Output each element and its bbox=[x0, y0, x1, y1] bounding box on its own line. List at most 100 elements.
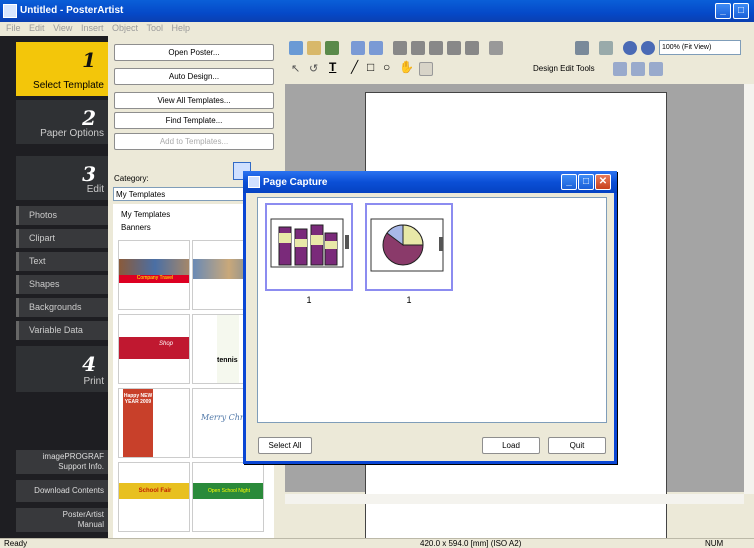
category-label: Category: bbox=[114, 174, 149, 183]
group-icon[interactable] bbox=[465, 41, 479, 55]
vertical-scrollbar[interactable] bbox=[744, 84, 754, 494]
align-right-icon[interactable] bbox=[429, 41, 443, 55]
template-thumb[interactable]: School Fair bbox=[118, 462, 190, 532]
menu-insert[interactable]: Insert bbox=[81, 23, 104, 33]
dialog-maximize-button[interactable]: □ bbox=[578, 174, 594, 190]
page-capture-dialog: Page Capture _ □ ✕ 1 1 Select All Load Q… bbox=[243, 171, 617, 464]
capture-label: 1 bbox=[406, 295, 412, 305]
edit-item-variable-data[interactable]: Variable Data bbox=[16, 321, 108, 340]
edit-item-photos[interactable]: Photos bbox=[16, 206, 108, 225]
edit-item-clipart[interactable]: Clipart bbox=[16, 229, 108, 248]
support-info-button[interactable]: imagePROGRAF Support Info. bbox=[16, 450, 108, 474]
step-label: Print bbox=[83, 376, 104, 387]
app-icon bbox=[3, 4, 17, 18]
drawing-toolbar: ↖ ↺ T ╱ □ ○ ✋ Design Edit Tools bbox=[285, 58, 754, 84]
open-icon[interactable] bbox=[307, 41, 321, 55]
step-label: Select Template bbox=[33, 80, 104, 91]
minimize-button[interactable]: _ bbox=[715, 3, 731, 19]
template-thumb[interactable]: Shop bbox=[118, 314, 190, 384]
hand-tool-icon[interactable]: ✋ bbox=[399, 60, 414, 74]
redo-icon[interactable] bbox=[369, 41, 383, 55]
menu-bar: File Edit View Insert Object Tool Help bbox=[0, 22, 754, 36]
lock-icon[interactable] bbox=[489, 41, 503, 55]
dialog-titlebar: Page Capture _ □ ✕ bbox=[243, 171, 617, 193]
menu-help[interactable]: Help bbox=[172, 23, 191, 33]
menu-edit[interactable]: Edit bbox=[29, 23, 45, 33]
design-tool-3-icon[interactable] bbox=[649, 62, 663, 76]
grid-icon[interactable] bbox=[575, 41, 589, 55]
template-thumb[interactable]: Happy NEW YEAR 2009 bbox=[118, 388, 190, 458]
template-thumb[interactable]: Open School Night bbox=[192, 462, 264, 532]
step-paper-options[interactable]: 2 Paper Options bbox=[16, 100, 108, 144]
status-paper-size: 420.0 x 594.0 [mm] (ISO A2) bbox=[420, 539, 522, 548]
status-ready: Ready bbox=[4, 539, 28, 548]
step-number: 3 bbox=[82, 162, 96, 186]
step-print[interactable]: 4 Print bbox=[16, 346, 108, 392]
select-all-button[interactable]: Select All bbox=[258, 437, 312, 454]
line-tool-icon[interactable]: ╱ bbox=[351, 60, 358, 74]
step-label: Paper Options bbox=[40, 128, 104, 139]
tree-item-banners[interactable]: Banners bbox=[121, 221, 238, 234]
design-tool-1-icon[interactable] bbox=[613, 62, 627, 76]
dialog-title: Page Capture bbox=[263, 177, 328, 188]
tree-item-my-templates[interactable]: My Templates bbox=[121, 208, 238, 221]
align-left-icon[interactable] bbox=[393, 41, 407, 55]
ellipse-tool-icon[interactable]: ○ bbox=[383, 60, 390, 74]
maximize-button[interactable]: □ bbox=[733, 3, 749, 19]
step-number: 1 bbox=[82, 48, 96, 72]
status-num: NUM bbox=[705, 539, 724, 548]
category-tree: My Templates Banners bbox=[113, 204, 246, 240]
save-icon[interactable] bbox=[325, 41, 339, 55]
main-toolbar: 100% (Fit View) bbox=[285, 38, 754, 58]
capture-item-bar-chart[interactable] bbox=[265, 203, 353, 291]
edit-item-shapes[interactable]: Shapes bbox=[16, 275, 108, 294]
layout-icon[interactable] bbox=[599, 41, 613, 55]
capture-item-pie-chart[interactable] bbox=[365, 203, 453, 291]
dialog-close-button[interactable]: ✕ bbox=[595, 174, 611, 190]
quit-button[interactable]: Quit bbox=[548, 437, 606, 454]
manual-button[interactable]: PosterArtist Manual bbox=[16, 508, 108, 532]
auto-design-button[interactable]: Auto Design... bbox=[114, 68, 274, 85]
open-poster-button[interactable]: Open Poster... bbox=[114, 44, 274, 61]
bar-chart-thumbnail-icon bbox=[270, 218, 349, 268]
status-bar: Ready 420.0 x 594.0 [mm] (ISO A2) NUM bbox=[0, 538, 754, 548]
design-tool-2-icon[interactable] bbox=[631, 62, 645, 76]
download-contents-button[interactable]: Download Contents bbox=[16, 480, 108, 502]
new-icon[interactable] bbox=[289, 41, 303, 55]
capture-list: 1 1 bbox=[257, 197, 607, 423]
step-edit[interactable]: 3 Edit bbox=[16, 156, 108, 200]
step-select-template[interactable]: 1 Select Template bbox=[16, 42, 108, 96]
zoom-out-icon[interactable] bbox=[641, 41, 655, 55]
edit-item-backgrounds[interactable]: Backgrounds bbox=[16, 298, 108, 317]
menu-view[interactable]: View bbox=[53, 23, 72, 33]
step-label: Edit bbox=[86, 184, 104, 195]
horizontal-scrollbar[interactable] bbox=[285, 494, 744, 504]
menu-tool[interactable]: Tool bbox=[147, 23, 164, 33]
edit-item-text[interactable]: Text bbox=[16, 252, 108, 271]
pie-chart-thumbnail-icon bbox=[370, 218, 444, 272]
pointer-icon[interactable]: ↖ bbox=[291, 62, 300, 75]
design-edit-tools-label: Design Edit Tools bbox=[533, 64, 595, 73]
rectangle-tool-icon[interactable]: □ bbox=[367, 60, 374, 74]
load-button[interactable]: Load bbox=[482, 437, 540, 454]
left-nav: 1 Select Template 2 Paper Options 3 Edit… bbox=[0, 36, 108, 538]
app-titlebar: Untitled - PosterArtist _ □ bbox=[0, 0, 754, 22]
template-thumb[interactable]: Company Travel bbox=[118, 240, 190, 310]
zoom-in-icon[interactable] bbox=[623, 41, 637, 55]
menu-object[interactable]: Object bbox=[112, 23, 138, 33]
category-select[interactable]: My Templates bbox=[113, 187, 246, 201]
menu-file[interactable]: File bbox=[6, 23, 21, 33]
step-number: 2 bbox=[82, 106, 96, 130]
dialog-minimize-button[interactable]: _ bbox=[561, 174, 577, 190]
undo-icon[interactable] bbox=[351, 41, 365, 55]
find-template-button[interactable]: Find Template... bbox=[114, 112, 274, 129]
text-tool-icon[interactable]: T bbox=[329, 60, 336, 74]
app-title: Untitled - PosterArtist bbox=[20, 5, 124, 16]
view-all-templates-button[interactable]: View All Templates... bbox=[114, 92, 274, 109]
color-tool-icon[interactable] bbox=[419, 62, 433, 76]
distribute-icon[interactable] bbox=[447, 41, 461, 55]
add-to-templates-button[interactable]: Add to Templates... bbox=[114, 133, 274, 150]
zoom-select[interactable]: 100% (Fit View) bbox=[659, 40, 741, 55]
align-center-icon[interactable] bbox=[411, 41, 425, 55]
rotate-icon[interactable]: ↺ bbox=[309, 62, 318, 75]
